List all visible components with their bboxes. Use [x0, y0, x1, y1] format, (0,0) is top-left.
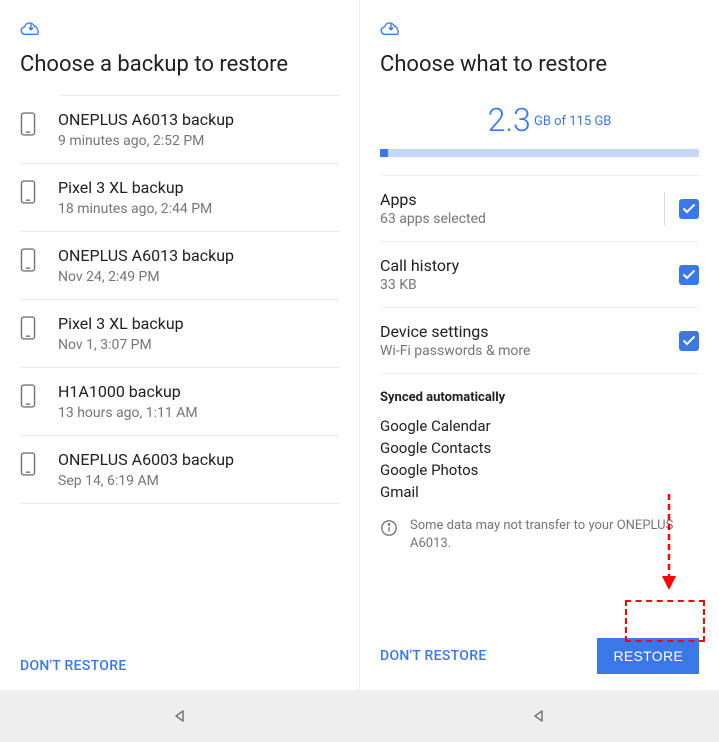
back-icon[interactable]	[173, 709, 187, 723]
restore-item-call-history[interactable]: Call history33 KB	[380, 242, 699, 308]
info-row: Some data may not transfer to your ONEPL…	[380, 503, 699, 563]
dont-restore-button[interactable]: DON'T RESTORE	[380, 648, 487, 664]
back-icon[interactable]	[532, 709, 546, 723]
page-title: Choose a backup to restore	[20, 52, 339, 77]
backup-item[interactable]: ONEPLUS A6013 backupNov 24, 2:49 PM	[20, 232, 339, 300]
backup-item[interactable]: ONEPLUS A6013 backup9 minutes ago, 2:52 …	[20, 96, 339, 164]
synced-item: Gmail	[380, 481, 699, 503]
synced-item: Google Photos	[380, 459, 699, 481]
synced-item: Google Contacts	[380, 437, 699, 459]
checkbox-checked-icon[interactable]	[679, 265, 699, 285]
synced-item: Google Calendar	[380, 415, 699, 437]
backup-item[interactable]: H1A1000 backup13 hours ago, 1:11 AM	[20, 368, 339, 436]
phone-icon	[20, 384, 36, 408]
page-title: Choose what to restore	[380, 52, 699, 77]
synced-header: Synced automatically	[380, 390, 699, 405]
backup-list-pane: Choose a backup to restore ONEPLUS A6013…	[0, 0, 360, 690]
storage-progress-bar	[380, 149, 699, 157]
restore-button[interactable]: RESTORE	[597, 638, 699, 674]
backup-item[interactable]: ONEPLUS A6003 backupSep 14, 6:19 AM	[20, 436, 339, 504]
backup-list: ONEPLUS A6013 backup9 minutes ago, 2:52 …	[20, 95, 339, 648]
phone-icon	[20, 316, 36, 340]
backup-item[interactable]: Pixel 3 XL backupNov 1, 3:07 PM	[20, 300, 339, 368]
dont-restore-button[interactable]: DON'T RESTORE	[20, 658, 127, 674]
cloud-download-icon	[20, 10, 339, 52]
android-nav-bar	[0, 690, 719, 742]
phone-icon	[20, 112, 36, 136]
phone-icon	[20, 180, 36, 204]
restore-item-device-settings[interactable]: Device settingsWi-Fi passwords & more	[380, 308, 699, 374]
storage-usage: 2.3 GB of 115 GB	[400, 95, 699, 139]
restore-options-pane: Choose what to restore 2.3 GB of 115 GB …	[360, 0, 719, 690]
phone-icon	[20, 248, 36, 272]
checkbox-checked-icon[interactable]	[679, 331, 699, 351]
backup-item[interactable]: Pixel 3 XL backup18 minutes ago, 2:44 PM	[20, 164, 339, 232]
checkbox-checked-icon[interactable]	[679, 199, 699, 219]
restore-item-apps[interactable]: Apps63 apps selected	[380, 175, 699, 242]
info-icon	[380, 519, 398, 537]
phone-icon	[20, 452, 36, 476]
cloud-download-icon	[380, 10, 699, 52]
